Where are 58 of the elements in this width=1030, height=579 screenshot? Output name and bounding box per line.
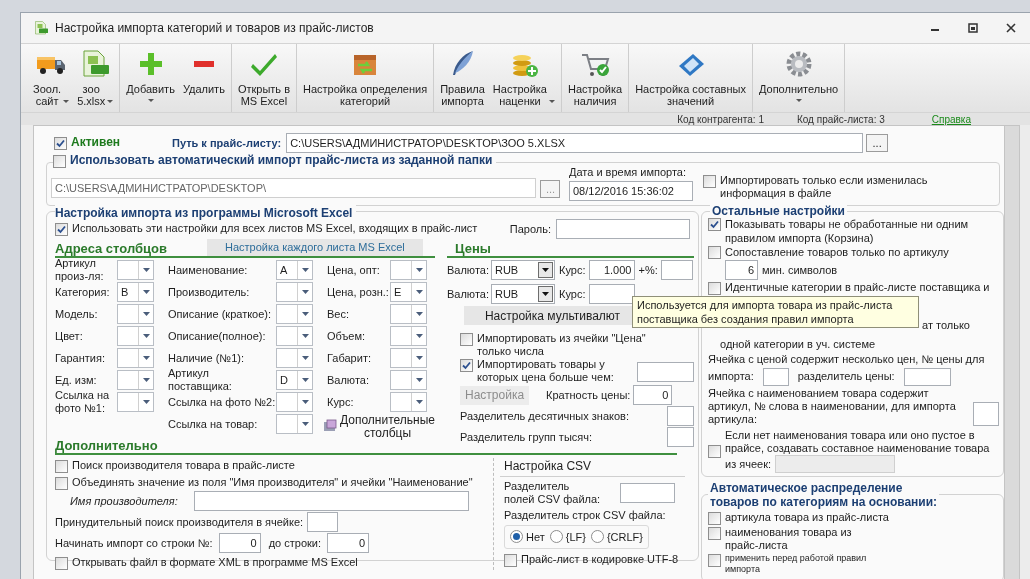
tooltip: Используется для импорта товара из прайс-листа поставщика без создания правил импорта [632, 296, 919, 328]
field-label: Курс: [327, 395, 355, 409]
field-label: Вес: [327, 307, 350, 321]
section-heading: Дополнительно [55, 438, 158, 453]
field-label: Пароль: [509, 222, 551, 236]
field-label: Разделитель групп тысяч: [460, 430, 593, 444]
group-title: Автоматическое распределение товаров по категориям на основании: [708, 481, 940, 509]
field-label: Ед. изм: [55, 373, 98, 387]
field-label: Наименование: [168, 263, 249, 277]
field-label: Настройка CSV [504, 459, 592, 473]
field-label: +%: [638, 263, 658, 277]
field-label: Категория: [55, 285, 111, 299]
field-label: Путь к прайс-листу: [172, 135, 282, 151]
window-title: Настройка импорта категорий и товаров из прайс-листов [55, 20, 375, 37]
field-label: Имя производителя: [70, 494, 179, 508]
field-label: Наличие (№1): [168, 351, 245, 365]
text-fragment: ат только [922, 319, 970, 332]
field-label: Цвет: [55, 329, 84, 343]
field-label: Артикул произ-ля: [55, 257, 105, 283]
field-label: Разделитель полей CSV файла: [504, 479, 601, 506]
field-label: Объем: [327, 329, 367, 343]
field-label: Разделитель десятичных знаков: [460, 409, 629, 423]
field-label: разделитель цены: [797, 370, 895, 383]
field-label: Ссылка на фото №2: [168, 395, 276, 409]
field-label: Ячейка с ценой содержит несколько цен, № цены для [708, 353, 986, 366]
field-label: Кратность цены: [546, 388, 631, 402]
field-label: из ячеек: [725, 457, 772, 471]
field-label: импорта: [708, 370, 754, 383]
text-fragment: одной категории в уч. системе [720, 338, 876, 351]
field-label: Валюта: [447, 263, 489, 277]
field-label: Валюта: [327, 373, 370, 387]
field-label: Цена, опт: [327, 263, 381, 277]
field-label: Модель: [55, 307, 99, 321]
field-label: Производитель: [168, 285, 251, 299]
info-text: Код прайс-листа: 3 [796, 112, 885, 127]
field-label: Дата и время импорта: [569, 166, 687, 179]
field-label: Ссылка на фото №1: [55, 389, 111, 415]
field-label: до строки: [268, 536, 322, 550]
field-label: Курс: [559, 263, 586, 277]
field-label: Цена, розн.: [327, 285, 390, 299]
info-text: Код контрагента: 1 [677, 112, 764, 127]
section-heading: Цены [454, 241, 491, 256]
section-heading: Адреса столбцов [55, 241, 167, 256]
field-label: Описание (краткое): [168, 307, 273, 321]
group-title: Остальные настройки [710, 204, 847, 218]
field-label: Ячейка с наименованием товара содержит артикул, № слова в наименовании, для импорта артикула: [708, 387, 957, 426]
field-label: Габарит: [327, 351, 372, 365]
field-label: Валюта: [447, 287, 489, 301]
field-label: Разделитель строк CSV файла: [503, 508, 667, 522]
field-label: Описание(полное): [168, 329, 267, 343]
field-label: Гарантия: [55, 351, 106, 365]
group-title: Настройка импорта из программы Microsoft Excel [55, 204, 357, 222]
field-label: Ссылка на товар: [168, 417, 259, 431]
field-label: Артикул поставщика: [168, 367, 233, 393]
field-label: Курс: [559, 287, 586, 301]
field-label: Принудительный поиск производителя в ячейке: [55, 515, 304, 529]
field-label: мин. символов [762, 263, 838, 277]
field-label: Начинать импорт со строки №: [55, 536, 213, 550]
